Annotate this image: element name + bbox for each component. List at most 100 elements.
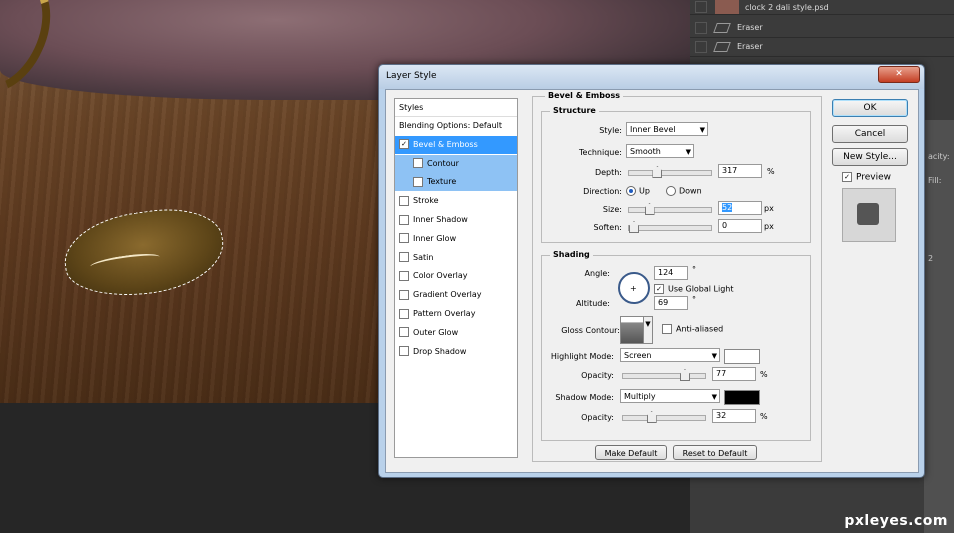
highlight-opacity-slider[interactable] [622, 369, 706, 381]
style-item[interactable]: Outer Glow [395, 324, 517, 342]
dialog-title: Layer Style [386, 71, 437, 81]
style-item[interactable]: Inner Shadow [395, 211, 517, 229]
dialog-titlebar[interactable]: Layer Style ✕ [379, 65, 924, 89]
size-input[interactable]: 52 [718, 201, 762, 215]
shading-title: Shading [550, 250, 593, 259]
shadow-mode-label: Shadow Mode: [555, 393, 614, 402]
style-item-label: Stroke [413, 196, 439, 206]
structure-title: Structure [550, 106, 599, 115]
make-default-button[interactable]: Make Default [595, 445, 667, 460]
visibility-icon[interactable] [695, 40, 707, 53]
size-slider[interactable] [628, 203, 712, 215]
styles-header[interactable]: Styles [395, 99, 517, 117]
slider-thumb[interactable] [679, 369, 690, 381]
new-style-button[interactable]: New Style... [832, 148, 908, 166]
style-item[interactable]: Drop Shadow [395, 343, 517, 361]
style-item-label: Gradient Overlay [413, 290, 482, 300]
visibility-icon[interactable] [695, 21, 707, 34]
highlight-opacity-input[interactable]: 77 [712, 367, 756, 381]
highlight-color-swatch[interactable] [724, 349, 760, 364]
style-item[interactable]: Contour [395, 154, 517, 173]
highlight-mode-select[interactable]: Screen ▼ [620, 348, 720, 362]
chevron-down-icon: ▼ [711, 393, 717, 401]
size-value: 52 [722, 203, 733, 212]
checkbox-label: Use Global Light [668, 284, 734, 294]
style-item[interactable]: Color Overlay [395, 267, 517, 285]
style-item[interactable]: Stroke [395, 192, 517, 210]
layer-name: Eraser [737, 42, 763, 51]
checkbox-icon[interactable] [413, 176, 423, 187]
technique-label: Technique: [579, 148, 622, 157]
style-item[interactable]: ✓ Bevel & Emboss [395, 135, 517, 154]
radio-icon [666, 186, 676, 196]
style-item[interactable]: Inner Glow [395, 230, 517, 248]
checkbox-icon[interactable] [399, 289, 409, 300]
highlight-mode-label: Highlight Mode: [550, 352, 614, 361]
altitude-label: Altitude: [576, 299, 610, 308]
checkbox-icon[interactable]: ✓ [399, 139, 409, 150]
layer-row-eraser-1[interactable]: Eraser [690, 18, 954, 38]
close-button[interactable]: ✕ [878, 66, 920, 83]
gloss-contour-label: Gloss Contour: [561, 326, 620, 335]
style-item[interactable]: Satin [395, 249, 517, 267]
slider-thumb[interactable] [652, 166, 663, 178]
style-item[interactable]: Gradient Overlay [395, 286, 517, 304]
depth-input[interactable]: 317 [718, 164, 762, 178]
direction-up-radio[interactable]: Up [626, 186, 650, 196]
chevron-down-icon[interactable]: ▼ [643, 316, 653, 344]
shadow-mode-select[interactable]: Multiply ▼ [620, 389, 720, 403]
checkbox-icon[interactable] [399, 346, 409, 357]
reset-default-button[interactable]: Reset to Default [673, 445, 757, 460]
highlight-opacity-label: Opacity: [581, 371, 614, 380]
chevron-down-icon: ▼ [685, 148, 691, 156]
direction-down-radio[interactable]: Down [666, 186, 702, 196]
technique-value: Smooth [630, 147, 661, 156]
checkbox-icon[interactable] [399, 195, 409, 206]
soften-slider[interactable] [628, 221, 712, 233]
angle-input[interactable]: 124 [654, 266, 688, 280]
preview-checkbox[interactable]: ✓ Preview [842, 172, 891, 183]
checkbox-icon[interactable] [399, 252, 409, 263]
antialiased-checkbox[interactable]: Anti-aliased [662, 324, 723, 334]
angle-label: Angle: [584, 269, 610, 278]
slider-thumb[interactable] [644, 203, 655, 215]
checkbox-icon[interactable] [399, 214, 409, 225]
shadow-color-swatch[interactable] [724, 390, 760, 405]
chevron-down-icon: ▼ [711, 352, 717, 360]
checkbox-icon[interactable] [399, 270, 409, 281]
style-select[interactable]: Inner Bevel ▼ [626, 122, 708, 136]
checkbox-icon[interactable] [413, 158, 423, 169]
angle-dial[interactable]: + [618, 272, 650, 304]
depth-slider[interactable] [628, 166, 712, 178]
shadow-opacity-label: Opacity: [581, 413, 614, 422]
checkbox-icon[interactable] [399, 327, 409, 338]
checkbox-icon: ✓ [842, 172, 852, 182]
soften-input[interactable]: 0 [718, 219, 762, 233]
style-item[interactable]: Blending Options: Default [395, 117, 517, 135]
global-light-checkbox[interactable]: ✓ Use Global Light [654, 284, 734, 294]
slider-thumb[interactable] [646, 411, 657, 423]
radio-label: Up [639, 186, 650, 196]
bevel-emboss-panel: Bevel & Emboss Structure Style: Inner Be… [532, 91, 822, 462]
cancel-button[interactable]: Cancel [832, 125, 908, 143]
checkbox-icon[interactable] [399, 233, 409, 244]
layer-row-file[interactable]: clock 2 dali style.psd [690, 0, 954, 15]
style-item-label: Outer Glow [413, 327, 459, 337]
highlight-mode-value: Screen [624, 351, 652, 360]
style-item[interactable]: Texture [395, 173, 517, 192]
technique-select[interactable]: Smooth ▼ [626, 144, 694, 158]
shadow-opacity-slider[interactable] [622, 411, 706, 423]
visibility-icon[interactable] [695, 1, 707, 13]
slider-thumb[interactable] [629, 221, 639, 233]
style-item-label: Inner Glow [413, 233, 457, 243]
style-item-label: Contour [427, 158, 459, 168]
checkbox-label: Preview [856, 172, 892, 183]
layer-row-eraser-2[interactable]: Eraser [690, 37, 954, 57]
ok-button[interactable]: OK [832, 99, 908, 117]
altitude-input[interactable]: 69 [654, 296, 688, 310]
side-number: 2 [928, 254, 934, 263]
gloss-contour-preview[interactable] [620, 316, 644, 344]
style-item[interactable]: Pattern Overlay [395, 305, 517, 323]
shadow-opacity-input[interactable]: 32 [712, 409, 756, 423]
checkbox-icon[interactable] [399, 308, 409, 319]
